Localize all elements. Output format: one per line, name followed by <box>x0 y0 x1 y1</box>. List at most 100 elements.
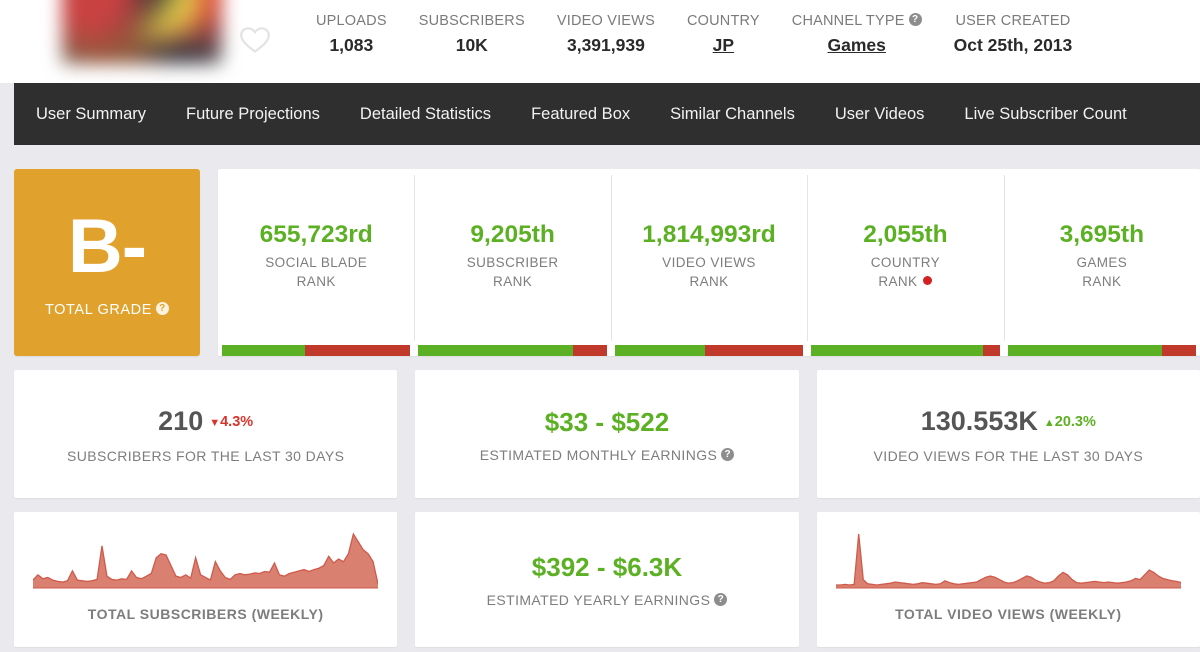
rank-cell-games[interactable]: 3,695th GAMES RANK <box>1003 169 1200 356</box>
video-views-rank-label: VIDEO VIEWS RANK <box>662 253 756 291</box>
card-subscribers-30-days: 210 ▼4.3% SUBSCRIBERS FOR THE LAST 30 DAY… <box>14 370 398 498</box>
total-video-views-weekly-chart <box>835 530 1181 592</box>
games-rank-value: 3,695th <box>1059 221 1145 248</box>
monthly-earnings-separator: - <box>595 406 605 437</box>
country-rank-value: 2,055th <box>863 221 948 248</box>
stat-uploads: UPLOADS 1,083 <box>300 12 403 57</box>
monthly-earnings-caption: ESTIMATED MONTHLY EARNINGS? <box>480 447 735 463</box>
stat-user-created-label: USER CREATED <box>955 13 1071 29</box>
summary-cards-row-1: 210 ▼4.3% SUBSCRIBERS FOR THE LAST 30 DAY… <box>14 370 1200 498</box>
rank-cell-country[interactable]: 2,055th COUNTRY RANK <box>807 169 1003 356</box>
stat-country: COUNTRY JP <box>671 12 776 57</box>
channel-stats-row: UPLOADS 1,083 SUBSCRIBERS 10K VIDEO VIEW… <box>300 12 1088 57</box>
video-views-30-days-delta-value: 20.3% <box>1054 413 1096 430</box>
stat-channel-type-label-text: CHANNEL TYPE <box>791 13 905 29</box>
subscriber-rank-label-line1: SUBSCRIBER <box>466 255 559 270</box>
grade-and-ranks-row: B- TOTAL GRADE? 655,723rd SOCIAL BLADE R… <box>14 169 1200 356</box>
video-views-30-days-value-wrap: 130.553K ▲20.3% <box>921 405 1096 439</box>
stat-uploads-value: 1,083 <box>329 35 374 55</box>
trend-up-icon: ▲ <box>1043 416 1055 429</box>
social-blade-rank-value: 655,723rd <box>259 221 373 248</box>
video-views-rank-bar-fill <box>614 345 706 356</box>
yearly-earnings-high: $6.3K <box>612 552 683 582</box>
total-grade-caption-text: TOTAL GRADE <box>44 301 153 318</box>
total-video-views-weekly-title: TOTAL VIDEO VIEWS (WEEKLY) <box>895 606 1122 622</box>
social-blade-rank-label-line1: SOCIAL BLADE <box>265 255 368 270</box>
games-rank-bar <box>1007 345 1197 356</box>
games-rank-bar-fill <box>1007 345 1163 356</box>
country-rank-bar-fill <box>811 345 983 356</box>
rank-cell-subscriber[interactable]: 9,205th SUBSCRIBER RANK <box>414 169 610 356</box>
social-blade-rank-label-line2: RANK <box>296 274 336 289</box>
yearly-earnings-low: $392 <box>531 552 590 582</box>
stat-video-views: VIDEO VIEWS 3,391,939 <box>541 12 671 57</box>
card-estimated-monthly-earnings: $33 - $522 ESTIMATED MONTHLY EARNINGS? <box>415 370 799 498</box>
stat-channel-type-value[interactable]: Games <box>792 33 922 57</box>
stat-user-created-value: Oct 25th, 2013 <box>953 35 1073 55</box>
stat-subscribers: SUBSCRIBERS 10K <box>403 12 541 57</box>
yearly-earnings-caption: ESTIMATED YEARLY EARNINGS? <box>487 592 728 608</box>
card-estimated-yearly-earnings: $392 - $6.3K ESTIMATED YEARLY EARNINGS? <box>415 512 799 647</box>
socialblade-user-summary-page: UPLOADS 1,083 SUBSCRIBERS 10K VIDEO VIEW… <box>0 0 1200 652</box>
nav-item-future-projections[interactable]: Future Projections <box>166 83 340 145</box>
social-blade-rank-label: SOCIAL BLADE RANK <box>265 253 367 291</box>
ranks-panel: 655,723rd SOCIAL BLADE RANK 9,205th SUBS… <box>218 169 1200 356</box>
monthly-earnings-caption-text: ESTIMATED MONTHLY EARNINGS <box>479 446 718 463</box>
social-blade-rank-bar-fill <box>222 345 305 356</box>
rank-cell-social-blade[interactable]: 655,723rd SOCIAL BLADE RANK <box>218 169 414 356</box>
yearly-earnings-range: $392 - $6.3K <box>532 551 682 583</box>
stat-country-value[interactable]: JP <box>687 33 760 57</box>
monthly-earnings-high: $522 <box>611 406 670 437</box>
stat-uploads-label: UPLOADS <box>316 13 387 29</box>
video-views-rank-label-line1: VIDEO VIEWS <box>662 255 756 270</box>
total-grade-box: B- TOTAL GRADE? <box>14 169 200 356</box>
stat-channel-type-label: CHANNEL TYPE? <box>792 13 922 30</box>
stat-user-created: USER CREATED Oct 25th, 2013 <box>938 12 1089 57</box>
summary-cards-row-2: TOTAL SUBSCRIBERS (WEEKLY) $392 - $6.3K … <box>14 512 1200 647</box>
total-grade-letter: B- <box>67 203 147 289</box>
subscribers-30-days-value-wrap: 210 ▼4.3% <box>158 405 253 439</box>
nav-item-live-subscriber-count[interactable]: Live Subscriber Count <box>944 83 1146 145</box>
games-rank-label-line2: RANK <box>1082 274 1122 289</box>
rank-cell-video-views[interactable]: 1,814,993rd VIDEO VIEWS RANK <box>610 169 807 356</box>
nav-item-user-summary[interactable]: User Summary <box>14 83 166 145</box>
subscriber-rank-label: SUBSCRIBER RANK <box>467 253 559 291</box>
section-nav-bar: User Summary Future Projections Detailed… <box>14 83 1200 145</box>
country-rank-label: COUNTRY RANK <box>871 253 940 291</box>
nav-item-detailed-statistics[interactable]: Detailed Statistics <box>340 83 511 145</box>
stat-country-label: COUNTRY <box>686 13 760 29</box>
favorite-heart-icon[interactable] <box>238 22 272 56</box>
card-video-views-30-days: 130.553K ▲20.3% VIDEO VIEWS FOR THE LAST … <box>816 370 1200 498</box>
subscribers-30-days-caption: SUBSCRIBERS FOR THE LAST 30 DAYS <box>67 447 345 464</box>
video-views-30-days-caption: VIDEO VIEWS FOR THE LAST 30 DAYS <box>873 447 1144 464</box>
subscriber-rank-value: 9,205th <box>470 221 555 248</box>
subscribers-30-days-value: 210 <box>158 405 204 436</box>
yearly-earnings-separator: - <box>596 552 606 582</box>
total-grade-caption: TOTAL GRADE? <box>44 301 170 318</box>
monthly-earnings-help-icon[interactable]: ? <box>721 447 735 461</box>
social-blade-rank-bar <box>222 345 411 356</box>
stat-channel-type: CHANNEL TYPE? Games <box>776 12 938 57</box>
games-rank-label-line1: GAMES <box>1076 255 1128 270</box>
games-rank-label: GAMES RANK <box>1076 253 1127 291</box>
total-grade-help-icon[interactable]: ? <box>156 301 170 315</box>
country-rank-label-line1: COUNTRY <box>870 255 941 270</box>
subscriber-rank-bar <box>418 345 607 356</box>
nav-item-featured-box[interactable]: Featured Box <box>511 83 650 145</box>
stat-video-views-value: 3,391,939 <box>566 35 645 55</box>
monthly-earnings-low: $33 <box>544 406 589 437</box>
stat-video-views-label: VIDEO VIEWS <box>556 13 655 29</box>
card-total-video-views-weekly: TOTAL VIDEO VIEWS (WEEKLY) <box>816 512 1200 647</box>
nav-item-similar-channels[interactable]: Similar Channels <box>650 83 815 145</box>
video-views-30-days-delta: ▲20.3% <box>1044 414 1096 430</box>
subscriber-rank-bar-fill <box>418 345 573 356</box>
nav-item-user-videos[interactable]: User Videos <box>815 83 945 145</box>
video-views-rank-value: 1,814,993rd <box>642 221 776 248</box>
channel-type-help-icon[interactable]: ? <box>908 13 922 26</box>
total-subscribers-weekly-title: TOTAL SUBSCRIBERS (WEEKLY) <box>87 606 324 622</box>
channel-avatar <box>62 0 222 64</box>
yearly-earnings-help-icon[interactable]: ? <box>714 593 728 606</box>
monthly-earnings-range: $33 - $522 <box>545 406 669 438</box>
channel-header: UPLOADS 1,083 SUBSCRIBERS 10K VIDEO VIEW… <box>0 0 1200 83</box>
card-total-subscribers-weekly: TOTAL SUBSCRIBERS (WEEKLY) <box>14 512 398 647</box>
